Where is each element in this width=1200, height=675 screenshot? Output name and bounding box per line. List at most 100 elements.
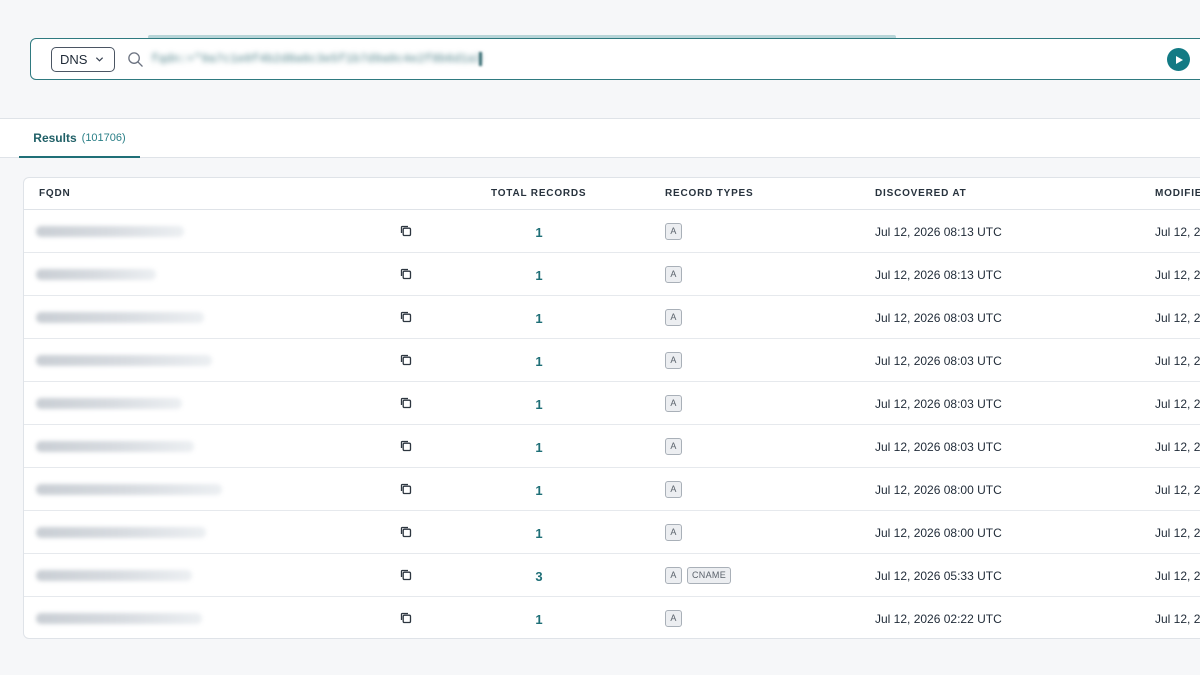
record-type-badge: A	[665, 223, 682, 240]
results-table: FQDN TOTAL RECORDS RECORD TYPES DISCOVER…	[23, 177, 1200, 639]
fqdn-value[interactable]	[36, 441, 194, 452]
copy-icon[interactable]	[399, 267, 413, 281]
modified-at-value: Jul 12, 20	[1155, 311, 1200, 325]
column-header-discovered-at[interactable]: DISCOVERED AT	[875, 188, 967, 199]
fqdn-value[interactable]	[36, 355, 212, 366]
column-header-fqdn[interactable]: FQDN	[39, 188, 71, 199]
fqdn-value[interactable]	[36, 484, 222, 495]
record-type-badge: A	[665, 395, 682, 412]
table-row[interactable]: 1 A Jul 12, 2026 08:03 UTC Jul 12, 20	[24, 425, 1200, 468]
fqdn-value[interactable]	[36, 269, 156, 280]
record-types: A	[665, 395, 682, 412]
fqdn-value[interactable]	[36, 312, 204, 323]
table-row[interactable]: 1 A Jul 12, 2026 08:00 UTC Jul 12, 20	[24, 511, 1200, 554]
record-type-badge: A	[665, 524, 682, 541]
discovered-at-value: Jul 12, 2026 08:03 UTC	[875, 354, 1002, 368]
table-row[interactable]: 1 A Jul 12, 2026 02:22 UTC Jul 12, 20	[24, 597, 1200, 638]
modified-at-value: Jul 12, 20	[1155, 354, 1200, 368]
modified-at-value: Jul 12, 20	[1155, 397, 1200, 411]
tab-results-count: (101706)	[81, 131, 126, 144]
modified-at-value: Jul 12, 20	[1155, 225, 1200, 239]
record-types: A	[665, 309, 682, 326]
total-records-value[interactable]: 1	[529, 612, 549, 627]
total-records-value[interactable]: 1	[529, 440, 549, 455]
record-type-badge: A	[665, 266, 682, 283]
discovered-at-value: Jul 12, 2026 02:22 UTC	[875, 612, 1002, 626]
modified-at-value: Jul 12, 20	[1155, 526, 1200, 540]
table-row[interactable]: 1 A Jul 12, 2026 08:03 UTC Jul 12, 20	[24, 296, 1200, 339]
chevron-down-icon	[95, 57, 104, 62]
discovered-at-value: Jul 12, 2026 08:13 UTC	[875, 268, 1002, 282]
total-records-value[interactable]: 1	[529, 526, 549, 541]
copy-icon[interactable]	[399, 224, 413, 238]
discovered-at-value: Jul 12, 2026 08:00 UTC	[875, 526, 1002, 540]
record-type-badge: A	[665, 610, 682, 627]
copy-icon[interactable]	[399, 482, 413, 496]
copy-icon[interactable]	[399, 439, 413, 453]
record-type-badge: A	[665, 438, 682, 455]
modified-at-value: Jul 12, 20	[1155, 612, 1200, 626]
record-types: A	[665, 223, 682, 240]
total-records-value[interactable]: 1	[529, 268, 549, 283]
record-type-badge: A	[665, 567, 682, 584]
record-type-badge: A	[665, 352, 682, 369]
record-type-select[interactable]: DNS	[51, 47, 115, 72]
search-area: DNS	[0, 0, 1200, 119]
copy-icon[interactable]	[399, 568, 413, 582]
total-records-value[interactable]: 3	[529, 569, 549, 584]
search-input-caret	[479, 52, 482, 66]
discovered-at-value: Jul 12, 2026 05:33 UTC	[875, 569, 1002, 583]
copy-icon[interactable]	[399, 525, 413, 539]
record-types: A	[665, 438, 682, 455]
results-tabs: Results (101706)	[0, 119, 1200, 158]
table-row[interactable]: 1 A Jul 12, 2026 08:00 UTC Jul 12, 20	[24, 468, 1200, 511]
total-records-value[interactable]: 1	[529, 225, 549, 240]
discovered-at-value: Jul 12, 2026 08:03 UTC	[875, 440, 1002, 454]
table-row[interactable]: 3 A CNAME Jul 12, 2026 05:33 UTC Jul 12, 20	[24, 554, 1200, 597]
record-types: A	[665, 352, 682, 369]
table-row[interactable]: 1 A Jul 12, 2026 08:13 UTC Jul 12, 20	[24, 253, 1200, 296]
table-row[interactable]: 1 A Jul 12, 2026 08:03 UTC Jul 12, 20	[24, 382, 1200, 425]
fqdn-value[interactable]	[36, 527, 206, 538]
discovered-at-value: Jul 12, 2026 08:13 UTC	[875, 225, 1002, 239]
record-types: A	[665, 266, 682, 283]
table-row[interactable]: 1 A Jul 12, 2026 08:13 UTC Jul 12, 20	[24, 210, 1200, 253]
total-records-value[interactable]: 1	[529, 397, 549, 412]
modified-at-value: Jul 12, 20	[1155, 569, 1200, 583]
search-bar: DNS	[30, 38, 1200, 80]
discovered-at-value: Jul 12, 2026 08:03 UTC	[875, 311, 1002, 325]
record-types: A	[665, 481, 682, 498]
fqdn-value[interactable]	[36, 570, 192, 581]
fqdn-value[interactable]	[36, 613, 202, 624]
search-input[interactable]	[151, 52, 481, 66]
record-type-badge: A	[665, 481, 682, 498]
copy-icon[interactable]	[399, 611, 413, 625]
search-submit-button[interactable]	[1167, 48, 1190, 71]
copy-icon[interactable]	[399, 353, 413, 367]
table-row[interactable]: 1 A Jul 12, 2026 08:03 UTC Jul 12, 20	[24, 339, 1200, 382]
column-header-record-types[interactable]: RECORD TYPES	[665, 188, 754, 199]
tab-results[interactable]: Results (101706)	[19, 119, 140, 158]
modified-at-value: Jul 12, 20	[1155, 483, 1200, 497]
fqdn-value[interactable]	[36, 226, 184, 237]
copy-icon[interactable]	[399, 396, 413, 410]
column-header-total-records[interactable]: TOTAL RECORDS	[491, 188, 586, 199]
discovered-at-value: Jul 12, 2026 08:00 UTC	[875, 483, 1002, 497]
total-records-value[interactable]: 1	[529, 354, 549, 369]
record-type-badge: A	[665, 309, 682, 326]
total-records-value[interactable]: 1	[529, 483, 549, 498]
modified-at-value: Jul 12, 20	[1155, 268, 1200, 282]
tab-results-label: Results	[33, 130, 77, 145]
search-icon	[128, 52, 143, 67]
column-header-modified-at[interactable]: MODIFIE	[1155, 188, 1200, 199]
fqdn-value[interactable]	[36, 398, 182, 409]
record-types: A	[665, 610, 682, 627]
modified-at-value: Jul 12, 20	[1155, 440, 1200, 454]
record-type-badge: CNAME	[687, 567, 732, 584]
record-type-select-value: DNS	[60, 52, 88, 67]
total-records-value[interactable]: 1	[529, 311, 549, 326]
table-header: FQDN TOTAL RECORDS RECORD TYPES DISCOVER…	[24, 178, 1200, 210]
record-types: A	[665, 524, 682, 541]
discovered-at-value: Jul 12, 2026 08:03 UTC	[875, 397, 1002, 411]
copy-icon[interactable]	[399, 310, 413, 324]
